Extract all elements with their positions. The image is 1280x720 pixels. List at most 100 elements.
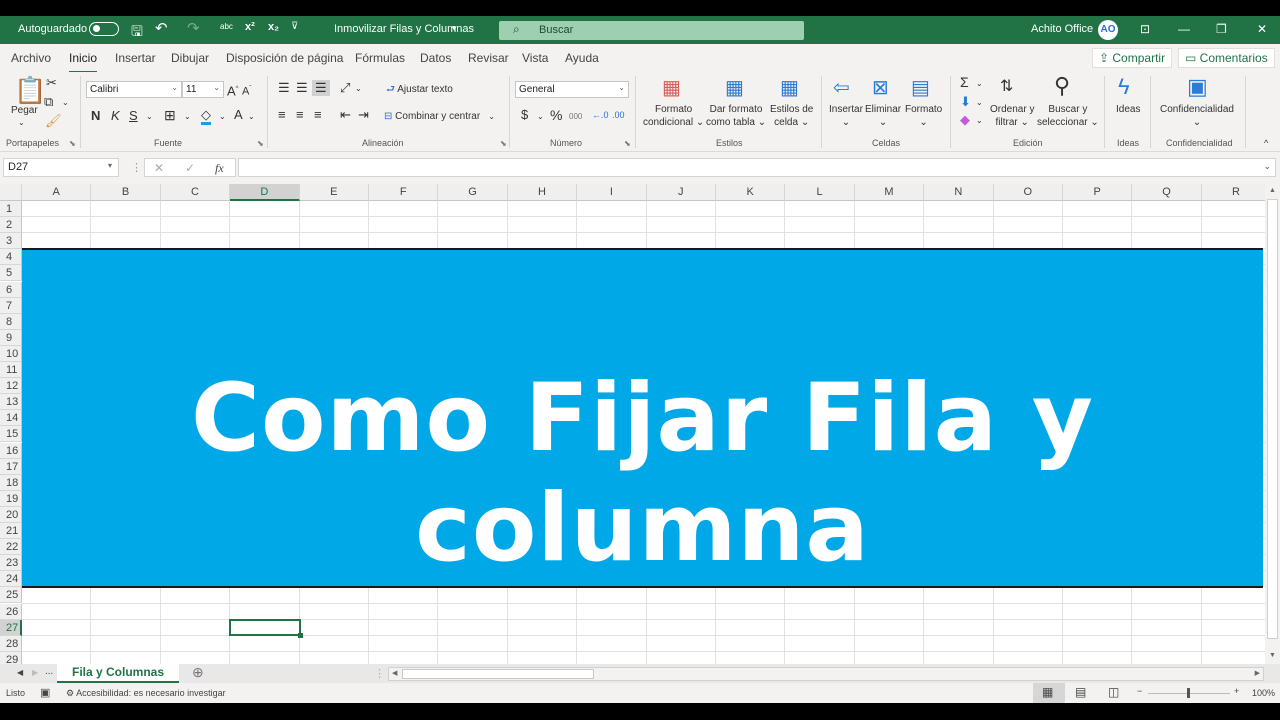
delete-cells-icon[interactable]: ⊠ — [872, 77, 889, 99]
row-header-9[interactable]: 9 — [0, 329, 22, 346]
vertical-scroll-thumb[interactable] — [1267, 199, 1278, 639]
customize-qat-icon[interactable]: ⊽ — [291, 21, 298, 32]
formula-bar-grip[interactable]: ⋮ — [131, 161, 142, 174]
name-box[interactable]: D27 ▾ — [3, 158, 119, 177]
add-sheet-button[interactable]: ⊕ — [192, 664, 204, 681]
clipboard-launcher-icon[interactable]: ⬊ — [69, 139, 76, 148]
align-right-icon[interactable]: ≡ — [314, 108, 322, 122]
insert-cells-button[interactable]: Insertar ⌄ — [829, 103, 863, 129]
row-header-28[interactable]: 28 — [0, 635, 22, 652]
fill-color-icon[interactable]: ◇ — [201, 108, 211, 125]
superscript-icon[interactable]: x² — [245, 21, 255, 33]
row-header-3[interactable]: 3 — [0, 233, 22, 250]
row-header-7[interactable]: 7 — [0, 297, 22, 314]
shrink-font-icon[interactable]: Aˇ — [242, 82, 251, 99]
column-header-q[interactable]: Q — [1132, 184, 1202, 201]
undo-icon[interactable]: ↶ — [155, 19, 168, 37]
vertical-scrollbar[interactable]: ▲ ▼ — [1265, 184, 1280, 664]
align-center-icon[interactable]: ≡ — [296, 108, 304, 122]
column-header-d[interactable]: D — [230, 184, 300, 201]
sensitivity-button[interactable]: Confidencialidad ⌄ — [1160, 103, 1234, 129]
column-header-m[interactable]: M — [854, 184, 925, 201]
font-name-select[interactable]: Calibri ⌄ — [86, 81, 182, 98]
row-header-23[interactable]: 23 — [0, 555, 22, 572]
decrease-decimal-icon[interactable]: .00 — [612, 108, 625, 122]
font-launcher-icon[interactable]: ⬊ — [257, 139, 264, 148]
accessibility-status[interactable]: ⚙ Accesibilidad: es necesario investigar — [66, 688, 226, 699]
row-header-17[interactable]: 17 — [0, 458, 22, 475]
borders-dropdown-icon[interactable]: ⌄ — [184, 110, 191, 124]
column-header-h[interactable]: H — [507, 184, 578, 201]
tab-archivo[interactable]: Archivo — [11, 51, 51, 65]
row-header-2[interactable]: 2 — [0, 217, 22, 234]
copy-icon[interactable]: ⧉ — [44, 95, 53, 109]
tab-inicio[interactable]: Inicio — [69, 51, 98, 74]
minimize-icon[interactable]: — — [1178, 22, 1190, 36]
percent-button[interactable]: % — [550, 108, 562, 122]
redo-icon[interactable]: ↷ — [187, 19, 200, 37]
scroll-left-icon[interactable]: ◀ — [392, 669, 397, 677]
spelling-icon[interactable]: abc — [220, 22, 233, 31]
subscript-icon[interactable]: x₂ — [268, 21, 279, 33]
find-select-icon[interactable]: ⚲ — [1054, 74, 1070, 98]
fill-dropdown-icon[interactable]: ⌄ — [219, 110, 226, 124]
row-header-19[interactable]: 19 — [0, 490, 22, 507]
row-header-24[interactable]: 24 — [0, 571, 22, 588]
page-break-view-icon[interactable]: ◫ — [1108, 685, 1119, 699]
row-header-27[interactable]: 27 — [0, 619, 22, 636]
column-header-f[interactable]: F — [369, 184, 439, 201]
row-header-6[interactable]: 6 — [0, 281, 22, 298]
avatar[interactable]: AO — [1098, 20, 1118, 40]
orientation-icon[interactable]: ⤢ — [340, 81, 350, 95]
clear-dropdown-icon[interactable]: ⌄ — [976, 114, 983, 128]
tab-split-handle[interactable]: ⋮ — [374, 667, 385, 680]
column-header-g[interactable]: G — [438, 184, 508, 201]
cell-styles-button[interactable]: Estilos de celda ⌄ — [770, 103, 813, 129]
zoom-in-button[interactable]: + — [1234, 686, 1239, 696]
autosum-dropdown-icon[interactable]: ⌄ — [976, 77, 983, 91]
increase-decimal-icon[interactable]: ←.0 — [592, 108, 609, 122]
row-header-20[interactable]: 20 — [0, 506, 22, 523]
cancel-icon[interactable]: ✕ — [154, 161, 164, 175]
row-header-15[interactable]: 15 — [0, 426, 22, 443]
column-header-p[interactable]: P — [1063, 184, 1133, 201]
row-header-12[interactable]: 12 — [0, 378, 22, 395]
conditional-format-icon[interactable]: ▦ — [662, 77, 681, 99]
restore-icon[interactable]: ❐ — [1216, 22, 1227, 36]
row-header-26[interactable]: 26 — [0, 603, 22, 620]
tab-formulas[interactable]: Fórmulas — [355, 51, 405, 65]
column-header-r[interactable]: R — [1201, 184, 1265, 201]
zoom-level[interactable]: 100% — [1252, 688, 1275, 698]
next-sheet-icon[interactable]: ▶ — [32, 668, 38, 677]
tab-vista[interactable]: Vista — [522, 51, 548, 65]
column-header-a[interactable]: A — [22, 184, 92, 201]
sort-filter-icon[interactable]: ⇅ — [1000, 78, 1013, 96]
close-icon[interactable]: ✕ — [1257, 22, 1267, 36]
increase-indent-icon[interactable]: ⇥ — [358, 108, 369, 122]
column-header-i[interactable]: I — [577, 184, 647, 201]
font-color-button[interactable]: A — [234, 108, 243, 122]
fill-dropdown-icon[interactable]: ⌄ — [976, 96, 983, 110]
tab-insertar[interactable]: Insertar — [115, 51, 156, 65]
tab-ayuda[interactable]: Ayuda — [565, 51, 599, 65]
save-icon[interactable]: 🖫 — [131, 21, 143, 45]
bold-button[interactable]: N — [91, 109, 100, 123]
row-header-18[interactable]: 18 — [0, 474, 22, 491]
column-header-l[interactable]: L — [785, 184, 855, 201]
normal-view-button[interactable]: ▦ — [1033, 683, 1065, 703]
row-header-29[interactable]: 29 — [0, 651, 22, 664]
insert-cells-icon[interactable]: ⇦ — [833, 77, 850, 99]
scroll-down-icon[interactable]: ▼ — [1269, 652, 1276, 659]
sheet-tab-fila-y-columnas[interactable]: Fila y Columnas — [57, 664, 180, 683]
thousands-button[interactable]: 000 — [569, 110, 582, 124]
horizontal-scrollbar[interactable]: ◀ ▶ — [388, 667, 1264, 681]
row-header-10[interactable]: 10 — [0, 345, 22, 362]
collapse-ribbon-icon[interactable]: ^ — [1264, 136, 1268, 150]
grow-font-icon[interactable]: A^ — [227, 82, 239, 98]
scroll-right-icon[interactable]: ▶ — [1255, 669, 1260, 677]
tab-disposicion[interactable]: Disposición de página — [226, 51, 343, 65]
sort-filter-button[interactable]: Ordenar y filtrar ⌄ — [990, 103, 1034, 129]
alignment-launcher-icon[interactable]: ⬊ — [500, 139, 507, 148]
comments-button[interactable]: ▭ Comentarios — [1178, 48, 1275, 68]
horizontal-scroll-thumb[interactable] — [402, 669, 594, 679]
